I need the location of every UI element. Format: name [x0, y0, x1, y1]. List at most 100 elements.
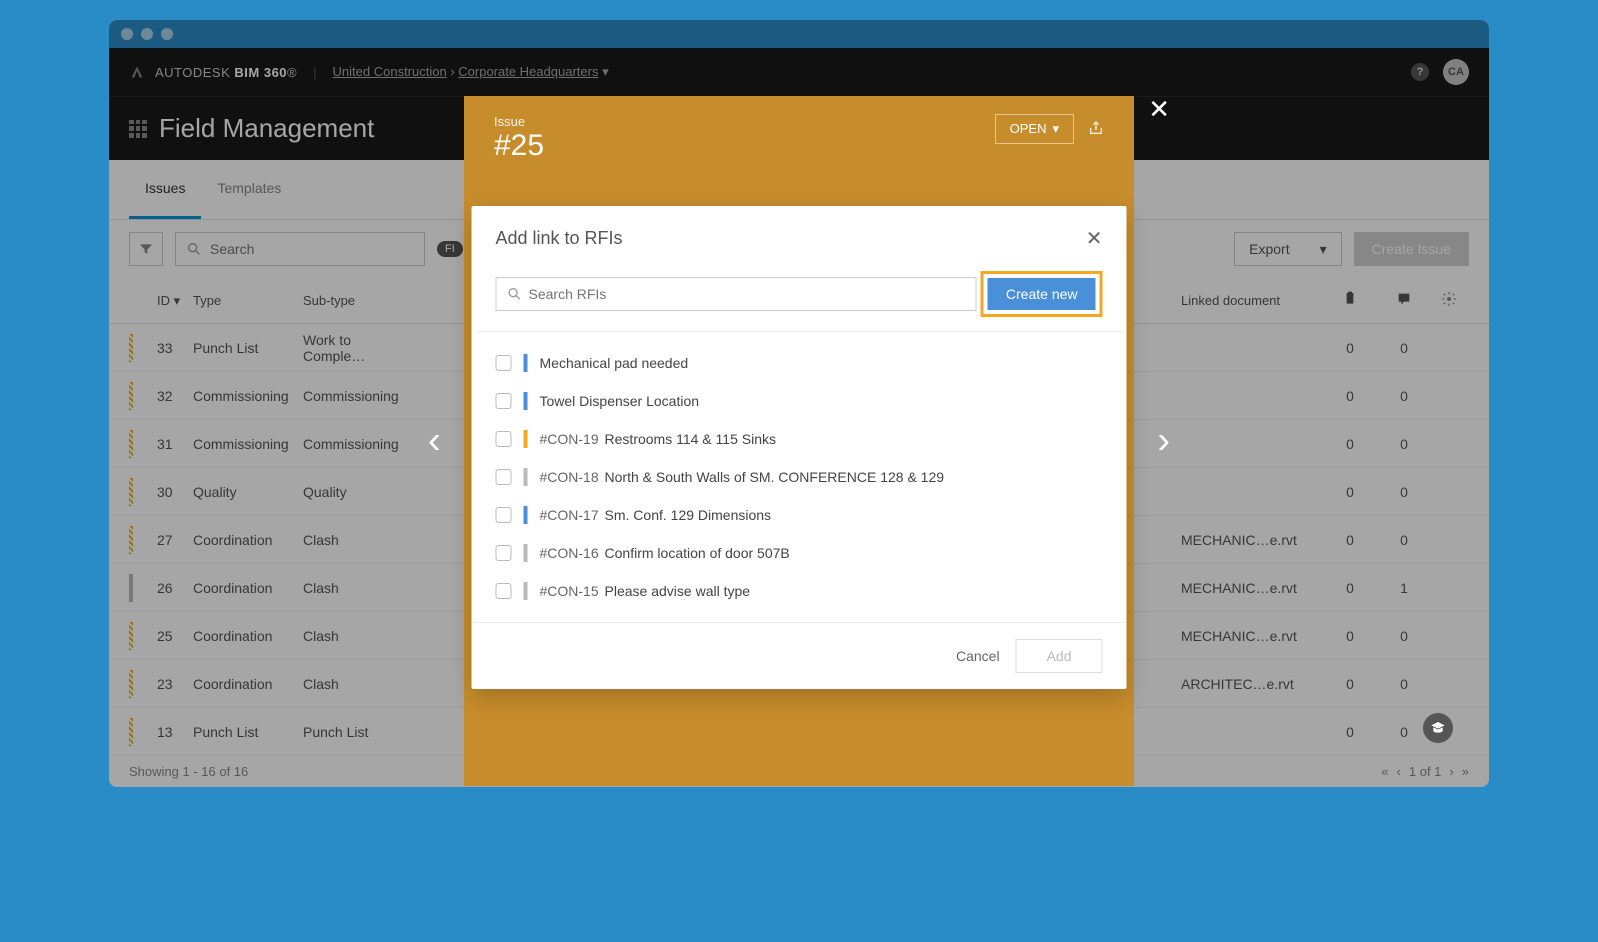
- page-last[interactable]: »: [1462, 764, 1469, 779]
- rfi-list-item[interactable]: #CON-15 Please advise wall type: [496, 572, 1103, 610]
- tab-issues[interactable]: Issues: [129, 160, 201, 219]
- cell-linked: MECHANIC…e.rvt: [1181, 628, 1321, 644]
- search-box[interactable]: [175, 232, 425, 266]
- cell-subtype: Clash: [303, 580, 413, 596]
- cell-id: 26: [133, 580, 193, 596]
- rfi-text: #CON-18 North & South Walls of SM. CONFE…: [540, 469, 945, 485]
- rfi-list-item[interactable]: #CON-19 Restrooms 114 & 115 Sinks: [496, 420, 1103, 458]
- cell-subtype: Commissioning: [303, 436, 413, 452]
- window-dot[interactable]: [141, 28, 153, 40]
- rfi-search-box[interactable]: [496, 277, 977, 311]
- cell-subtype: Clash: [303, 676, 413, 692]
- comment-icon: [1396, 291, 1412, 307]
- cell-subtype: Work to Comple…: [303, 332, 413, 364]
- breadcrumb[interactable]: United Construction › Corporate Headquar…: [333, 64, 609, 80]
- page-next[interactable]: ›: [1449, 764, 1453, 779]
- status-mark: [524, 468, 528, 486]
- cell-type: Punch List: [193, 340, 303, 356]
- window-dot[interactable]: [161, 28, 173, 40]
- status-mark: [524, 544, 528, 562]
- cell-attachments: 0: [1321, 724, 1379, 740]
- cell-id: 32: [133, 388, 193, 404]
- prev-issue-arrow[interactable]: ‹: [428, 420, 441, 463]
- cell-subtype: Clash: [303, 628, 413, 644]
- col-settings[interactable]: [1429, 291, 1469, 310]
- create-new-rfi-button[interactable]: Create new: [988, 278, 1096, 310]
- cell-id: 33: [133, 340, 193, 356]
- col-linked[interactable]: Linked document: [1181, 293, 1321, 308]
- search-icon: [507, 286, 523, 302]
- cell-type: Coordination: [193, 628, 303, 644]
- col-subtype[interactable]: Sub-type: [303, 293, 413, 308]
- cell-comments: 0: [1379, 532, 1429, 548]
- cell-linked: MECHANIC…e.rvt: [1181, 532, 1321, 548]
- rfi-checkbox[interactable]: [496, 583, 512, 599]
- modal-close-button[interactable]: ✕: [1086, 226, 1103, 251]
- col-attachments: [1321, 291, 1379, 310]
- rfi-checkbox[interactable]: [496, 469, 512, 485]
- window-dot[interactable]: [121, 28, 133, 40]
- search-input[interactable]: [210, 241, 414, 257]
- rfi-list-item[interactable]: #CON-18 North & South Walls of SM. CONFE…: [496, 458, 1103, 496]
- page-prev[interactable]: ‹: [1397, 764, 1401, 779]
- status-dropdown[interactable]: OPEN▾: [995, 114, 1074, 144]
- cell-id: 31: [133, 436, 193, 452]
- rfi-text: #CON-16 Confirm location of door 507B: [540, 545, 790, 561]
- next-issue-arrow[interactable]: ›: [1157, 420, 1170, 463]
- rfi-checkbox[interactable]: [496, 431, 512, 447]
- filter-badge[interactable]: FI: [437, 241, 463, 257]
- rfi-text: Mechanical pad needed: [540, 355, 689, 371]
- create-issue-button[interactable]: Create Issue: [1354, 232, 1469, 266]
- rfi-text: #CON-19 Restrooms 114 & 115 Sinks: [540, 431, 776, 447]
- rfi-text: #CON-15 Please advise wall type: [540, 583, 751, 599]
- cell-attachments: 0: [1321, 532, 1379, 548]
- col-comments: [1379, 291, 1429, 310]
- gear-icon: [1441, 291, 1457, 307]
- modal-title: Add link to RFIs: [496, 228, 623, 249]
- app-grid-icon[interactable]: [129, 120, 147, 138]
- tab-templates[interactable]: Templates: [201, 160, 297, 219]
- create-new-highlight: Create new: [981, 271, 1103, 317]
- cell-type: Punch List: [193, 724, 303, 740]
- avatar[interactable]: CA: [1443, 59, 1469, 85]
- link-rfi-modal: Add link to RFIs ✕ Create new Mechanical…: [472, 206, 1127, 689]
- rfi-checkbox[interactable]: [496, 355, 512, 371]
- help-icon[interactable]: ?: [1411, 63, 1429, 81]
- page-text: 1 of 1: [1409, 764, 1442, 779]
- cell-type: Commissioning: [193, 388, 303, 404]
- add-button[interactable]: Add: [1016, 639, 1103, 673]
- rfi-checkbox[interactable]: [496, 393, 512, 409]
- brand-logo-icon: [129, 64, 145, 80]
- rfi-list-item[interactable]: #CON-17 Sm. Conf. 129 Dimensions: [496, 496, 1103, 534]
- col-type[interactable]: Type: [193, 293, 303, 308]
- cancel-button[interactable]: Cancel: [956, 648, 1000, 664]
- cell-attachments: 0: [1321, 484, 1379, 500]
- rfi-list-item[interactable]: Mechanical pad needed: [496, 344, 1103, 382]
- cell-comments: 0: [1379, 388, 1429, 404]
- page-first[interactable]: «: [1381, 764, 1388, 779]
- filter-button[interactable]: [129, 232, 163, 266]
- rfi-search-input[interactable]: [529, 286, 966, 302]
- cell-comments: 0: [1379, 436, 1429, 452]
- cell-subtype: Commissioning: [303, 388, 413, 404]
- cell-comments: 0: [1379, 340, 1429, 356]
- close-panel-button[interactable]: ✕: [1148, 94, 1170, 125]
- rfi-checkbox[interactable]: [496, 507, 512, 523]
- cell-attachments: 0: [1321, 676, 1379, 692]
- cell-linked: ARCHITEC…e.rvt: [1181, 676, 1321, 692]
- cell-type: Coordination: [193, 580, 303, 596]
- rfi-text: Towel Dispenser Location: [540, 393, 700, 409]
- search-icon: [186, 241, 202, 257]
- cell-subtype: Punch List: [303, 724, 413, 740]
- cell-id: 25: [133, 628, 193, 644]
- col-id[interactable]: ID ▾: [133, 293, 193, 309]
- share-icon[interactable]: [1088, 114, 1104, 141]
- cell-subtype: Clash: [303, 532, 413, 548]
- rfi-list-item[interactable]: #CON-16 Confirm location of door 507B: [496, 534, 1103, 572]
- status-mark: [524, 392, 528, 410]
- rfi-list-item[interactable]: Towel Dispenser Location: [496, 382, 1103, 420]
- status-mark: [524, 430, 528, 448]
- help-float-badge[interactable]: [1423, 713, 1453, 743]
- export-button[interactable]: Export▾: [1234, 232, 1342, 266]
- rfi-checkbox[interactable]: [496, 545, 512, 561]
